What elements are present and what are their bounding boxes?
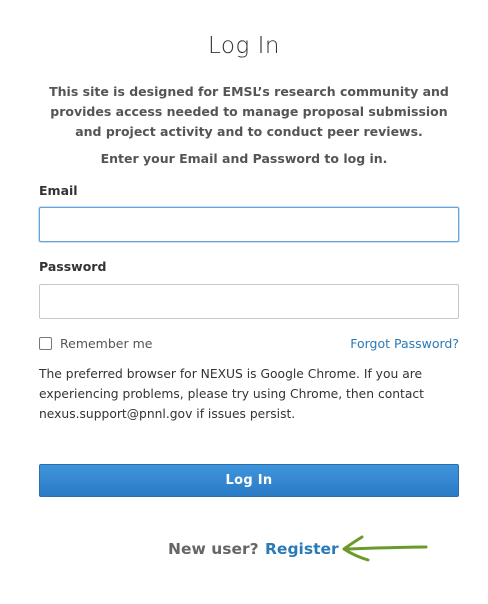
forgot-password-link[interactable]: Forgot Password? bbox=[350, 336, 459, 351]
new-user-text: New user? bbox=[168, 540, 259, 558]
intro-text: This site is designed for EMSL’s researc… bbox=[49, 84, 449, 139]
hand-drawn-arrow-icon bbox=[342, 535, 428, 562]
remember-me-checkbox[interactable] bbox=[39, 337, 52, 350]
page-title: Log In bbox=[208, 33, 280, 59]
email-label: Email bbox=[39, 183, 78, 198]
email-field[interactable] bbox=[39, 207, 459, 242]
password-field[interactable] bbox=[39, 284, 459, 319]
login-page: Log In This site is designed for EMSL’s … bbox=[0, 0, 488, 604]
login-instruction: Enter your Email and Password to log in. bbox=[100, 151, 388, 166]
browser-note: The preferred browser for NEXUS is Googl… bbox=[39, 367, 424, 421]
login-button[interactable]: Log In bbox=[39, 464, 459, 497]
remember-me-row: Remember me bbox=[39, 336, 152, 351]
remember-me-label: Remember me bbox=[60, 336, 153, 351]
register-link[interactable]: Register bbox=[265, 540, 339, 558]
password-label: Password bbox=[39, 259, 107, 274]
